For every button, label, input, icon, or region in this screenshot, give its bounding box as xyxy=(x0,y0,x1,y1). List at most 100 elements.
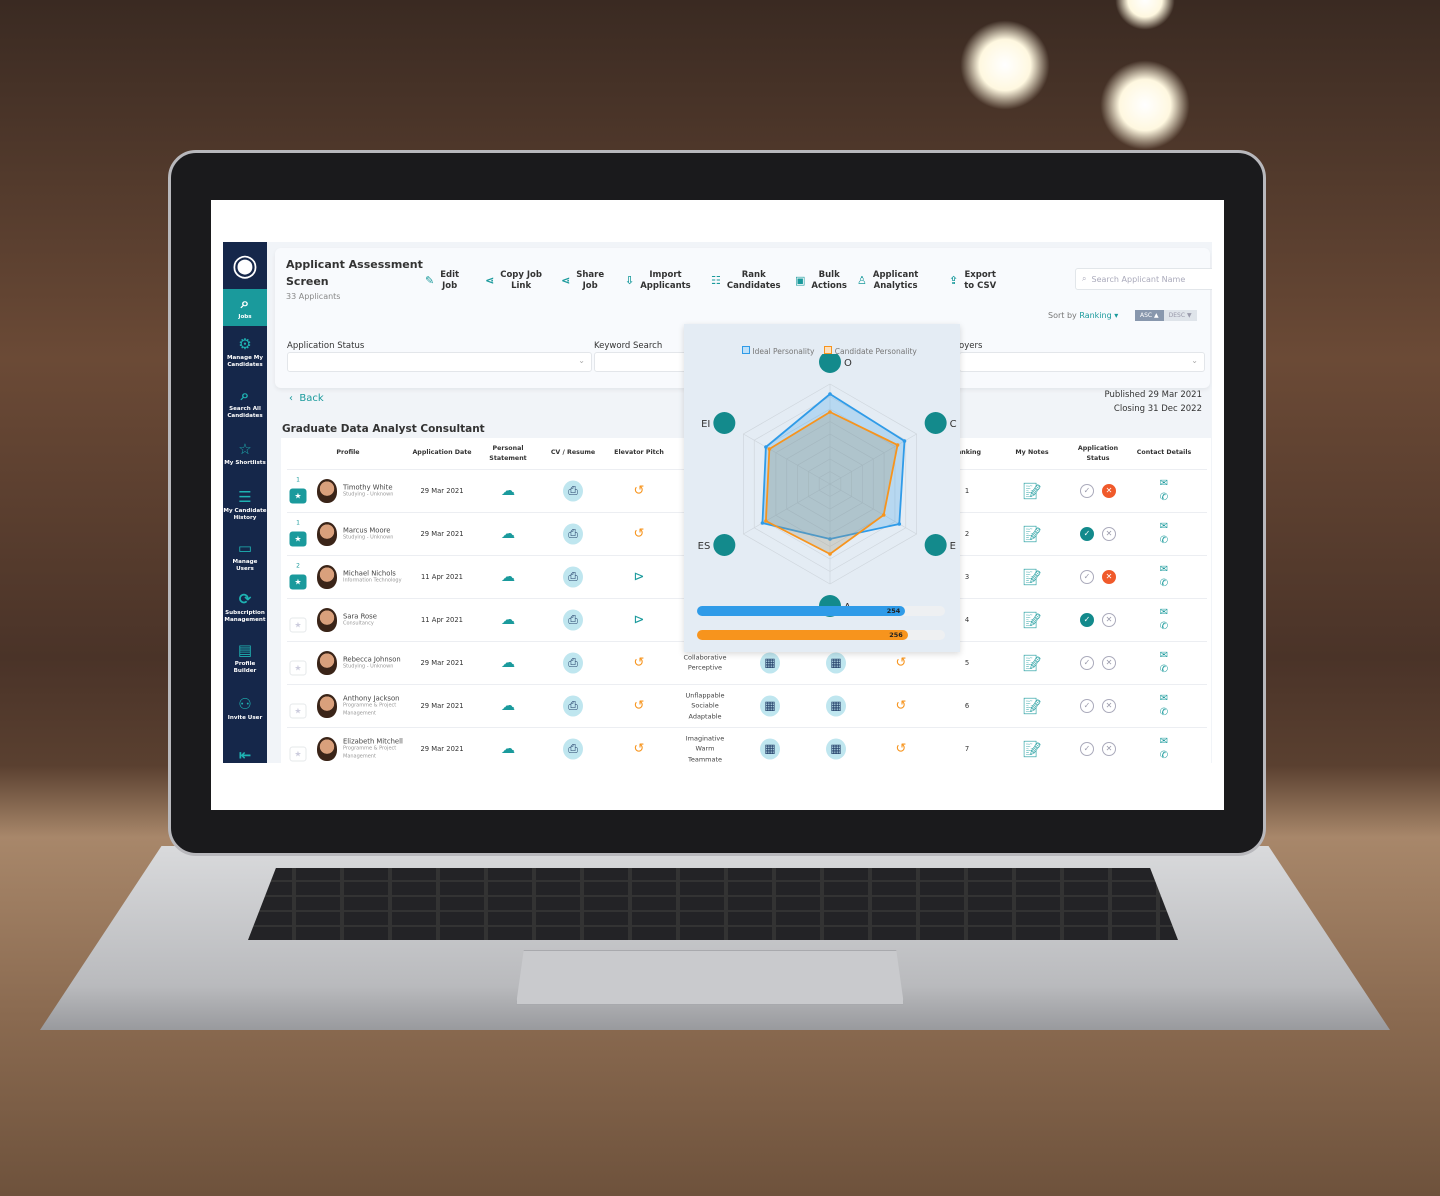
shortlist-star-button[interactable]: ★ xyxy=(289,574,307,590)
reject-button[interactable]: ✕ xyxy=(1102,527,1116,541)
notes-icon[interactable]: 📝︎ xyxy=(1022,568,1042,587)
reject-button[interactable]: ✕ xyxy=(1102,570,1116,584)
keyword-search-input[interactable] xyxy=(594,352,694,372)
email-icon[interactable]: ✉ xyxy=(1160,520,1168,534)
play-video-icon[interactable]: ⊳ xyxy=(634,570,645,585)
reject-button[interactable]: ✕ xyxy=(1102,484,1116,498)
notes-icon[interactable]: 📝︎ xyxy=(1022,654,1042,673)
shortlist-star-button[interactable]: ★ xyxy=(289,531,307,547)
applicant-name[interactable]: Rebecca Johnson xyxy=(343,655,413,663)
personal-statement-icon[interactable]: ☁ xyxy=(501,698,515,714)
sidebar-item[interactable]: ⟳ Subscription Management xyxy=(223,581,267,632)
replay-video-icon[interactable]: ↺ xyxy=(896,699,907,714)
pdf-resume-icon[interactable]: ⎙ xyxy=(563,738,583,760)
replay-video-icon[interactable]: ↺ xyxy=(896,656,907,671)
applicant-name[interactable]: Elizabeth Mitchell xyxy=(343,738,413,746)
personal-statement-icon[interactable]: ☁ xyxy=(501,483,515,499)
replay-video-icon[interactable]: ↺ xyxy=(634,484,645,499)
assessment-report-icon[interactable]: ▦ xyxy=(760,652,780,674)
sidebar-item[interactable]: ⚇ Invite User xyxy=(223,683,267,734)
accept-button[interactable]: ✓ xyxy=(1080,699,1094,713)
reject-button[interactable]: ✕ xyxy=(1102,699,1116,713)
assessment-report-icon[interactable]: ▦ xyxy=(826,695,846,717)
applicant-name[interactable]: Michael Nichols xyxy=(343,569,413,577)
applicant-name[interactable]: Marcus Moore xyxy=(343,526,413,534)
sidebar-item[interactable]: ☰ My Candidate History xyxy=(223,479,267,530)
pdf-resume-icon[interactable]: ⎙ xyxy=(563,566,583,588)
replay-video-icon[interactable]: ↺ xyxy=(634,742,645,757)
assessment-report-icon[interactable]: ▦ xyxy=(826,652,846,674)
shortlist-star-button[interactable]: ★ xyxy=(289,488,307,504)
personal-statement-icon[interactable]: ☁ xyxy=(501,612,515,628)
applicant-name[interactable]: Sara Rose xyxy=(343,612,413,620)
sort-value[interactable]: Ranking xyxy=(1079,311,1111,320)
toolbar-button[interactable]: ⋖ Share Job xyxy=(561,270,604,291)
table-row[interactable]: ★ Anthony Jackson Programme & Project Ma… xyxy=(287,684,1207,727)
replay-video-icon[interactable]: ↺ xyxy=(634,656,645,671)
shortlist-star-button[interactable]: ★ xyxy=(289,617,307,633)
email-icon[interactable]: ✉ xyxy=(1160,606,1168,620)
personal-statement-icon[interactable]: ☁ xyxy=(501,741,515,757)
toolbar-button[interactable]: ⇪ Export to CSV xyxy=(949,270,996,291)
toolbar-button[interactable]: ✎ Edit Job xyxy=(425,270,459,291)
pdf-resume-icon[interactable]: ⎙ xyxy=(563,523,583,545)
notes-icon[interactable]: 📝︎ xyxy=(1022,482,1042,501)
back-link[interactable]: ‹ Back xyxy=(289,393,324,404)
accept-button[interactable]: ✓ xyxy=(1080,656,1094,670)
reject-button[interactable]: ✕ xyxy=(1102,613,1116,627)
table-row[interactable]: ★ Elizabeth Mitchell Programme & Project… xyxy=(287,727,1207,763)
notes-icon[interactable]: 📝︎ xyxy=(1022,525,1042,544)
email-icon[interactable]: ✉ xyxy=(1160,477,1168,491)
play-video-icon[interactable]: ⊳ xyxy=(634,613,645,628)
personal-statement-icon[interactable]: ☁ xyxy=(501,655,515,671)
accept-button[interactable]: ✓ xyxy=(1080,527,1094,541)
toolbar-button[interactable]: ⇩ Import Applicants xyxy=(625,270,691,291)
accept-button[interactable]: ✓ xyxy=(1080,570,1094,584)
toolbar-button[interactable]: ♙ Applicant Analytics xyxy=(857,270,918,291)
replay-video-icon[interactable]: ↺ xyxy=(634,527,645,542)
employers-select[interactable]: ⌄ xyxy=(959,352,1205,372)
phone-icon[interactable]: ✆ xyxy=(1160,663,1168,677)
toolbar-button[interactable]: ▣ Bulk Actions xyxy=(795,270,847,291)
replay-video-icon[interactable]: ↺ xyxy=(896,742,907,757)
sort-control[interactable]: Sort by Ranking ▾ xyxy=(1048,311,1118,320)
accept-button[interactable]: ✓ xyxy=(1080,613,1094,627)
applicant-name[interactable]: Timothy White xyxy=(343,483,413,491)
personal-statement-icon[interactable]: ☁ xyxy=(501,526,515,542)
reject-button[interactable]: ✕ xyxy=(1102,742,1116,756)
shortlist-star-button[interactable]: ★ xyxy=(289,660,307,676)
assessment-report-icon[interactable]: ▦ xyxy=(760,738,780,760)
sidebar-item[interactable]: ▭ Manage Users xyxy=(223,530,267,581)
accept-button[interactable]: ✓ xyxy=(1080,742,1094,756)
applicant-name[interactable]: Anthony Jackson xyxy=(343,695,413,703)
eye-logo-icon[interactable]: ◉ xyxy=(223,242,267,289)
replay-video-icon[interactable]: ↺ xyxy=(634,699,645,714)
notes-icon[interactable]: 📝︎ xyxy=(1022,740,1042,759)
assessment-report-icon[interactable]: ▦ xyxy=(760,695,780,717)
reject-button[interactable]: ✕ xyxy=(1102,656,1116,670)
email-icon[interactable]: ✉ xyxy=(1160,692,1168,706)
pdf-resume-icon[interactable]: ⎙ xyxy=(563,609,583,631)
email-icon[interactable]: ✉ xyxy=(1160,735,1168,749)
sidebar-item[interactable]: ⌕ Jobs xyxy=(223,289,267,326)
accept-button[interactable]: ✓ xyxy=(1080,484,1094,498)
email-icon[interactable]: ✉ xyxy=(1160,649,1168,663)
email-icon[interactable]: ✉ xyxy=(1160,563,1168,577)
phone-icon[interactable]: ✆ xyxy=(1160,534,1168,548)
phone-icon[interactable]: ✆ xyxy=(1160,491,1168,505)
notes-icon[interactable]: 📝︎ xyxy=(1022,611,1042,630)
desc-button[interactable]: DESC ▼ xyxy=(1163,310,1197,321)
sidebar-item[interactable]: ⇤Logout xyxy=(223,734,267,763)
shortlist-star-button[interactable]: ★ xyxy=(289,746,307,762)
shortlist-star-button[interactable]: ★ xyxy=(289,703,307,719)
phone-icon[interactable]: ✆ xyxy=(1160,749,1168,763)
personal-statement-icon[interactable]: ☁ xyxy=(501,569,515,585)
sidebar-item[interactable]: ▤ Profile Builder xyxy=(223,632,267,683)
toolbar-button[interactable]: ☷ Rank Candidates xyxy=(711,270,781,291)
assessment-report-icon[interactable]: ▦ xyxy=(826,738,846,760)
sidebar-item[interactable]: ⚙ Manage My Candidates xyxy=(223,326,267,377)
sidebar-item[interactable]: ⌕ Search All Candidates xyxy=(223,377,267,428)
phone-icon[interactable]: ✆ xyxy=(1160,706,1168,720)
sidebar-item[interactable]: ☆ My Shortlists xyxy=(223,428,267,479)
phone-icon[interactable]: ✆ xyxy=(1160,620,1168,634)
